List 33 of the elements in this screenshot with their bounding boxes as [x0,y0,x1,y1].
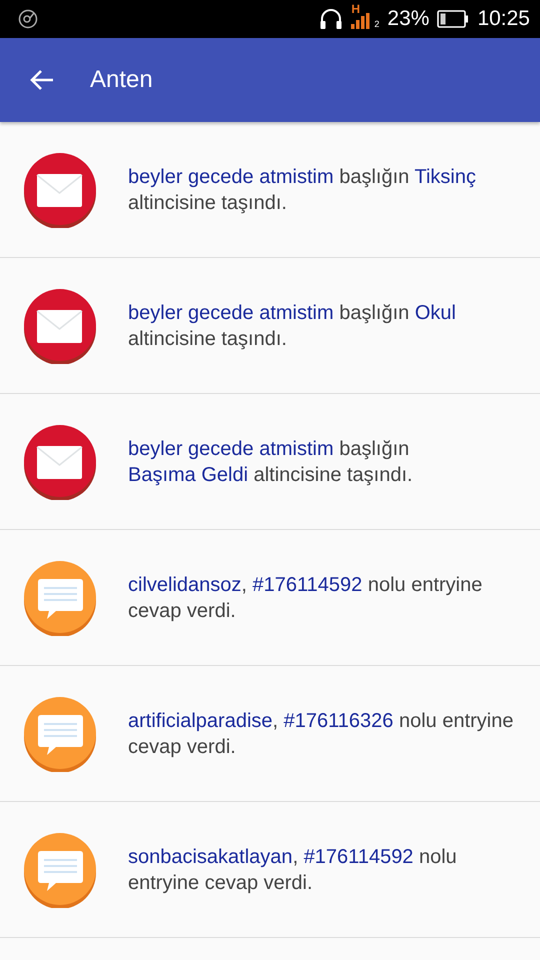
link[interactable]: sonbacisakatlayan [128,846,293,868]
clock-time: 10:25 [477,7,530,31]
link[interactable]: beyler gecede atmistim [128,438,334,460]
headphones-icon [319,8,344,30]
link[interactable]: cilvelidansoz [128,574,242,596]
link[interactable]: #176116326 [284,710,394,732]
link[interactable]: Okul [414,302,456,324]
notification-text: beyler gecede atmistim başlığın Başıma Geldi altincisine taşındı. [128,436,414,488]
notification-text: beyler gecede atmistim başlığın Okul altincisine taşındı. [128,300,457,352]
link[interactable]: beyler gecede atmistim [128,302,334,324]
link[interactable]: #176114592 [304,846,414,868]
link[interactable]: Başıma Geldi [128,464,248,486]
sim-number: 2 [374,20,380,29]
notification-text: beyler gecede atmistim başlığın Tiksinç altincisine taşındı. [128,164,477,216]
link[interactable]: #176114592 [252,574,362,596]
envelope-icon [22,288,98,364]
battery-icon [437,10,470,28]
notification-text: cilvelidansoz, #176114592 nolu entryine cevap verdi. [128,572,484,624]
screen-title: Anten [90,66,153,94]
speech-bubble-icon [22,560,98,636]
notification-text: artificialparadise, #176116326 nolu entryine cevap verdi. [128,708,514,760]
envelope-icon [22,152,98,228]
link[interactable]: beyler gecede atmistim [128,166,334,188]
link[interactable]: Tiksinç [414,166,476,188]
speech-bubble-icon [22,832,98,908]
envelope-icon [22,424,98,500]
battery-percent: 23% [387,7,430,31]
speech-bubble-icon [22,696,98,772]
link[interactable]: artificialparadise [128,710,273,732]
back-button[interactable] [29,69,55,91]
target-icon [18,9,38,29]
network-type: H [351,3,360,15]
notification-text: sonbacisakatlayan, #176114592 nolu entryine cevap verdi. [128,844,458,896]
